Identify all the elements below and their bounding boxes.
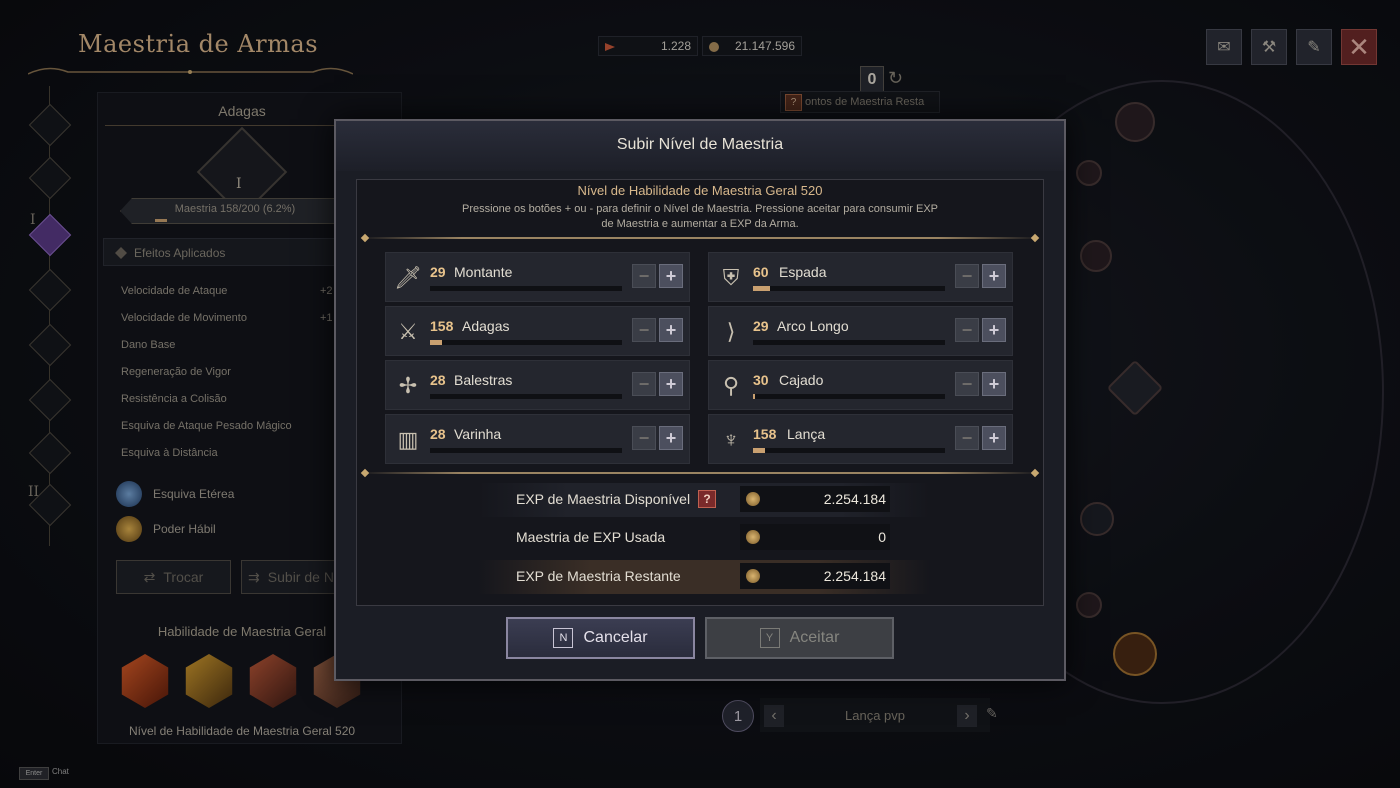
decrease-button[interactable]: − [632,426,656,450]
weapon-row-wand: ▥ 28 Varinha − + [385,414,690,464]
weapon-progress [430,394,622,399]
weapon-level: 28 [430,426,446,442]
longbow-icon: ⟩ [726,319,736,344]
weapon-row-sword: ⛨ 60 Espada − + [708,252,1013,302]
decrease-button[interactable]: − [632,264,656,288]
instructions: Pressione os botões + ou - para definir … [420,202,980,232]
weapon-progress [430,340,622,345]
weapon-progress [753,286,945,291]
weapon-progress-fill [753,286,771,291]
exp-available-label: EXP de Maestria Disponível [516,491,691,507]
sword-shield-icon: ⛨ [722,265,740,290]
increase-button[interactable]: + [659,372,683,396]
weapon-name: Lança [787,426,826,442]
weapon-progress [753,394,945,399]
exp-remaining-box: 2.254.184 [740,563,890,589]
cancel-button[interactable]: N Cancelar [506,617,695,659]
mastery-exp-icon [746,530,760,544]
increase-button[interactable]: + [659,318,683,342]
weapon-row-spear: ♆ 158 Lança − + [708,414,1013,464]
weapon-name: Balestras [454,372,513,388]
weapon-row-staff: ⚲ 30 Cajado − + [708,360,1013,410]
increase-button[interactable]: + [982,426,1006,450]
accept-hotkey: Y [759,628,780,648]
weapon-progress [430,448,622,453]
weapon-name: Varinha [454,426,502,442]
exp-remaining-row: EXP de Maestria Restante 2.254.184 [478,560,930,594]
weapon-name: Adagas [462,318,510,334]
decrease-button[interactable]: − [955,264,979,288]
weapon-name: Espada [779,264,827,280]
mastery-exp-icon [746,569,760,583]
divider [360,237,1040,239]
crossbow-icon: ✢ [398,373,418,398]
decrease-button[interactable]: − [955,318,979,342]
accept-button[interactable]: Y Aceitar [705,617,894,659]
weapon-level: 158 [430,318,454,334]
exp-available-row: EXP de Maestria Disponível ? 2.254.184 [478,483,930,517]
weapon-name: Cajado [779,372,824,388]
weapon-progress [753,340,945,345]
dialog-title: Subir Nível de Maestria [616,136,784,153]
increase-button[interactable]: + [982,264,1006,288]
spear-icon: ♆ [722,427,740,452]
exp-remaining-label: EXP de Maestria Restante [516,568,681,584]
daggers-icon: ⚔ [398,319,418,344]
greatsword-icon: 🗡 [394,265,422,290]
divider [360,472,1040,474]
exp-available-value: 2.254.184 [823,491,886,507]
general-level-title: Nível de Habilidade de Maestria Geral 52… [577,183,823,198]
increase-button[interactable]: + [659,426,683,450]
help-icon[interactable]: ? [698,490,716,508]
increase-button[interactable]: + [982,372,1006,396]
cancel-button-label: Cancelar [583,629,648,646]
exp-available-box: 2.254.184 [740,486,890,512]
increase-button[interactable]: + [659,264,683,288]
weapon-name: Arco Longo [777,318,849,334]
wand-icon: ▥ [397,427,419,452]
exp-used-box: 0 [740,524,890,550]
weapon-row-longbow: ⟩ 29 Arco Longo − + [708,306,1013,356]
decrease-button[interactable]: − [955,372,979,396]
cancel-hotkey: N [553,628,574,648]
weapon-progress-fill [430,340,442,345]
increase-button[interactable]: + [982,318,1006,342]
exp-remaining-value: 2.254.184 [823,568,886,584]
instructions-line: Pressione os botões + ou - para definir … [462,203,938,215]
weapon-progress [430,286,622,291]
mastery-exp-icon [746,492,760,506]
exp-used-value: 0 [878,529,886,545]
weapon-progress-fill [753,448,765,453]
weapon-level: 29 [430,264,446,280]
weapon-name: Montante [454,264,513,280]
weapon-level: 29 [753,318,769,334]
decrease-button[interactable]: − [955,426,979,450]
exp-used-row: Maestria de EXP Usada 0 [478,521,930,555]
weapon-row-greatsword: 🗡 29 Montante − + [385,252,690,302]
weapon-row-crossbow: ✢ 28 Balestras − + [385,360,690,410]
instructions-line: de Maestria e aumentar a EXP da Arma. [601,218,799,230]
weapon-level: 60 [753,264,769,280]
decrease-button[interactable]: − [632,372,656,396]
accept-button-label: Aceitar [789,629,840,646]
weapon-level: 30 [753,372,769,388]
weapon-row-daggers: ⚔ 158 Adagas − + [385,306,690,356]
weapon-progress [753,448,945,453]
weapon-level: 158 [753,426,777,442]
staff-icon: ⚲ [722,373,740,398]
exp-used-label: Maestria de EXP Usada [516,529,666,545]
weapon-progress-fill [753,394,755,399]
decrease-button[interactable]: − [632,318,656,342]
weapon-level: 28 [430,372,446,388]
